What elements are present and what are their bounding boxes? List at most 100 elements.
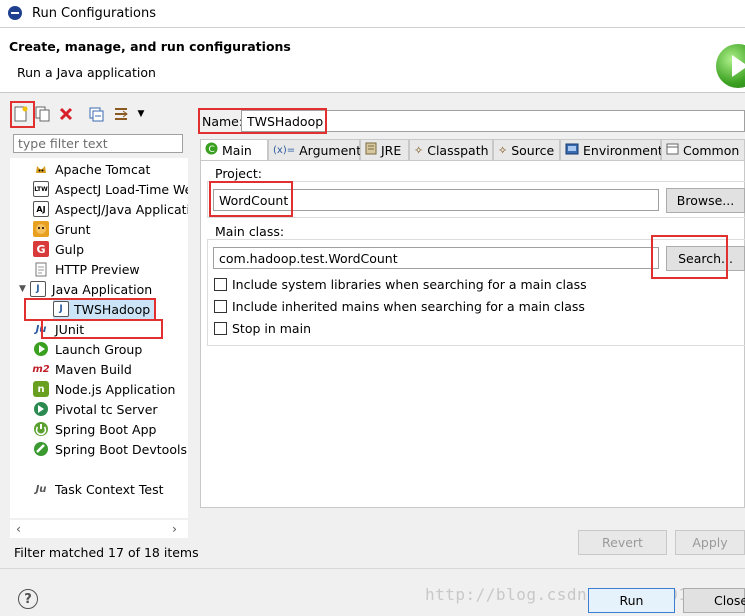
task-context-icon: Ju bbox=[35, 483, 47, 495]
http-icon bbox=[33, 261, 49, 277]
project-input[interactable]: WordCount bbox=[213, 189, 659, 211]
checkbox-box[interactable] bbox=[214, 300, 227, 313]
tree-item-spring-boot-devtools[interactable]: Spring Boot Devtools bbox=[33, 439, 187, 459]
spring-boot-icon bbox=[33, 421, 49, 437]
revert-button[interactable]: Revert bbox=[578, 530, 667, 555]
config-tree: Apache Tomcat LTW AspectJ Load-Time Weav… bbox=[10, 158, 188, 518]
tab-main[interactable]: C Main bbox=[200, 139, 268, 160]
tree-item-aspectj-ltw[interactable]: LTW AspectJ Load-Time Weaving bbox=[33, 179, 188, 199]
view-menu-chevron-down-icon[interactable]: ▼ bbox=[131, 104, 151, 124]
maven-icon: m2 bbox=[32, 363, 50, 375]
tab-source[interactable]: ✧ Source bbox=[493, 139, 560, 160]
classpath-tab-icon: ✧ bbox=[414, 143, 424, 157]
chevron-down-icon[interactable]: ▼ bbox=[19, 284, 26, 294]
name-label: Name: bbox=[202, 114, 244, 129]
main-class-label: Main class: bbox=[215, 224, 285, 239]
tree-item-label: AspectJ Load-Time Weaving bbox=[55, 181, 188, 197]
tree-item-pivotal-tc-server[interactable]: Pivotal tc Server bbox=[33, 399, 158, 419]
tree-item-launch-group[interactable]: Launch Group bbox=[33, 339, 142, 359]
launch-group-icon bbox=[33, 341, 49, 357]
tree-item-label: Task Context Test bbox=[55, 481, 164, 497]
filter-input[interactable] bbox=[13, 134, 183, 153]
project-label: Project: bbox=[215, 166, 262, 181]
tree-item-label: Spring Boot App bbox=[55, 421, 157, 437]
filter-status: Filter matched 17 of 18 items bbox=[14, 545, 199, 560]
config-name-input[interactable] bbox=[241, 110, 745, 132]
tab-label: Classpath bbox=[427, 142, 489, 158]
tree-item-java-application[interactable]: ▼ J Java Application bbox=[19, 279, 152, 299]
scroll-right-icon[interactable]: › bbox=[172, 521, 177, 536]
include-system-libraries-checkbox[interactable]: Include system libraries when searching … bbox=[214, 277, 587, 292]
tree-item-label: Gulp bbox=[55, 241, 85, 257]
tab-environment[interactable]: Environment bbox=[560, 139, 663, 160]
window-title: Run Configurations bbox=[32, 6, 156, 21]
tree-item-apache-tomcat[interactable]: Apache Tomcat bbox=[33, 159, 150, 179]
tree-item-nodejs-application[interactable]: n Node.js Application bbox=[33, 379, 175, 399]
tree-item-label: TWSHadoop bbox=[74, 301, 151, 317]
main-tab-icon: C bbox=[205, 142, 218, 158]
tree-item-http-preview[interactable]: HTTP Preview bbox=[33, 259, 140, 279]
tomcat-icon bbox=[33, 161, 49, 177]
tree-item-twshadoop[interactable]: J TWSHadoop bbox=[53, 299, 155, 319]
collapse-all-icon[interactable] bbox=[87, 104, 107, 124]
help-icon[interactable]: ? bbox=[18, 589, 38, 609]
search-button[interactable]: Search... bbox=[666, 246, 745, 271]
tab-label: Main bbox=[222, 142, 252, 158]
tree-item-label: Launch Group bbox=[55, 341, 143, 357]
delete-config-icon[interactable] bbox=[56, 104, 76, 124]
aspectj-icon: AJ bbox=[33, 201, 49, 217]
stop-in-main-checkbox[interactable]: Stop in main bbox=[214, 321, 311, 336]
tab-label: Environment bbox=[583, 142, 663, 158]
apply-button[interactable]: Apply bbox=[675, 530, 745, 555]
junit-icon: Ju bbox=[35, 323, 47, 335]
duplicate-config-icon[interactable] bbox=[33, 104, 53, 124]
tree-item-label: AspectJ/Java Application bbox=[55, 201, 188, 217]
tab-label: JRE bbox=[381, 142, 402, 158]
tab-label: Arguments bbox=[299, 142, 368, 158]
tab-arguments[interactable]: (x)= Arguments bbox=[268, 139, 368, 160]
tree-item-task-context-test[interactable]: Ju Task Context Test bbox=[33, 479, 164, 499]
header-title: Create, manage, and run configurations bbox=[9, 39, 291, 54]
tree-item-label: Node.js Application bbox=[55, 381, 176, 397]
tree-item-label: HTTP Preview bbox=[55, 261, 140, 277]
config-toolbar: ▼ bbox=[9, 100, 189, 128]
ltw-icon: LTW bbox=[33, 181, 49, 197]
checkbox-label: Stop in main bbox=[232, 321, 311, 336]
arguments-tab-icon: (x)= bbox=[273, 144, 296, 156]
nodejs-icon: n bbox=[33, 381, 49, 397]
tab-common[interactable]: Common bbox=[661, 139, 745, 160]
filter-configs-icon[interactable] bbox=[111, 104, 131, 124]
tab-label: Source bbox=[511, 142, 555, 158]
checkbox-box[interactable] bbox=[214, 278, 227, 291]
tree-item-label: Maven Build bbox=[55, 361, 132, 377]
tree-item-gulp[interactable]: G Gulp bbox=[33, 239, 84, 259]
checkbox-box[interactable] bbox=[214, 322, 227, 335]
java-config-icon: J bbox=[53, 301, 69, 317]
run-button[interactable]: Run bbox=[588, 588, 675, 613]
tree-item-maven-build[interactable]: m2 Maven Build bbox=[32, 359, 132, 379]
tab-jre[interactable]: JRE bbox=[360, 139, 409, 160]
browse-button[interactable]: Browse... bbox=[666, 188, 745, 213]
tab-classpath[interactable]: ✧ Classpath bbox=[409, 139, 493, 160]
include-inherited-mains-checkbox[interactable]: Include inherited mains when searching f… bbox=[214, 299, 585, 314]
grunt-icon bbox=[33, 221, 49, 237]
close-button[interactable]: Close bbox=[683, 588, 745, 613]
title-bar: Run Configurations bbox=[0, 0, 745, 28]
environment-tab-icon bbox=[565, 143, 579, 158]
new-config-icon[interactable] bbox=[11, 104, 31, 124]
gulp-icon: G bbox=[33, 241, 49, 257]
main-class-input[interactable]: com.hadoop.test.WordCount bbox=[213, 247, 659, 269]
tree-item-junit[interactable]: Ju JUnit bbox=[33, 319, 85, 339]
eclipse-icon bbox=[8, 6, 22, 20]
tree-item-label: JUnit bbox=[55, 321, 85, 337]
checkbox-label: Include inherited mains when searching f… bbox=[232, 299, 585, 314]
tree-item-label: Apache Tomcat bbox=[55, 161, 151, 177]
jre-tab-icon bbox=[365, 142, 377, 158]
tree-item-aspectj-java-app[interactable]: AJ AspectJ/Java Application bbox=[33, 199, 188, 219]
config-tabs: C Main (x)= Arguments JRE ✧ Classpath ✧ … bbox=[200, 139, 745, 161]
tree-item-grunt[interactable]: Grunt bbox=[33, 219, 91, 239]
source-tab-icon: ✧ bbox=[498, 143, 508, 157]
tree-item-spring-boot-app[interactable]: Spring Boot App bbox=[33, 419, 156, 439]
tree-horizontal-scrollbar[interactable]: ‹ › bbox=[10, 520, 188, 538]
scroll-left-icon[interactable]: ‹ bbox=[16, 521, 21, 536]
